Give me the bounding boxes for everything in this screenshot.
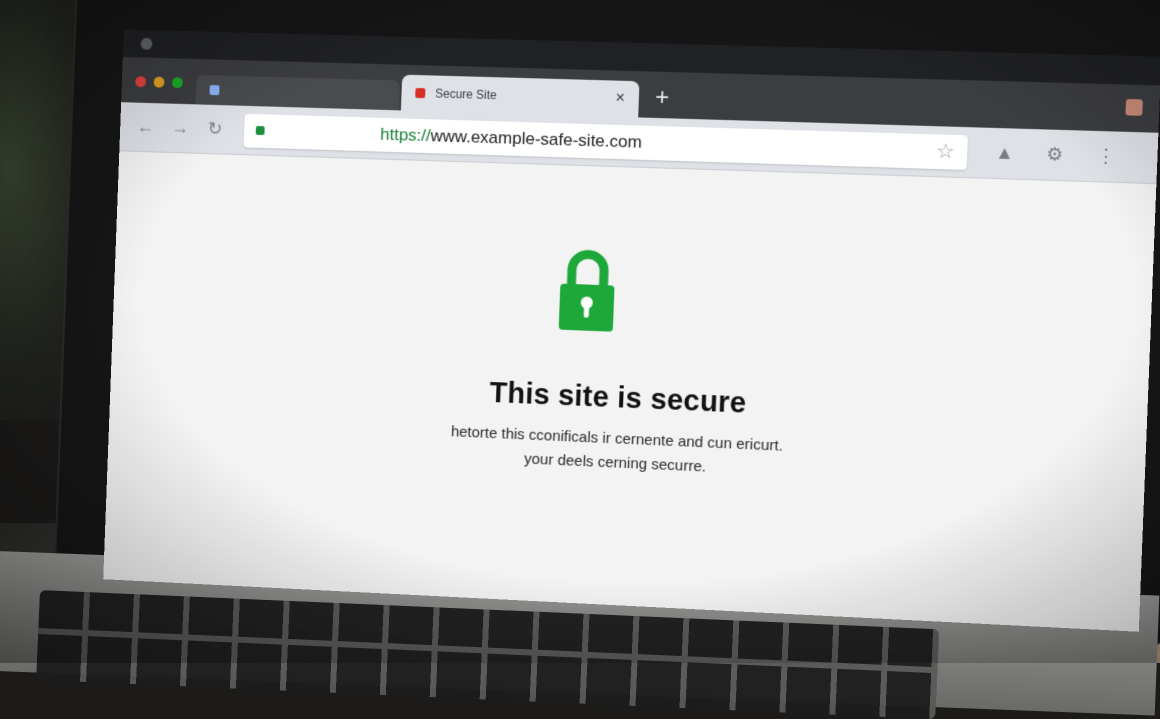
reload-icon[interactable]: ↻ [201, 115, 229, 143]
tab-title: Secure Site [434, 86, 498, 103]
window-maximize-button[interactable] [171, 77, 183, 89]
kebab-menu-icon[interactable]: ⋮ [1092, 144, 1118, 169]
window-controls [121, 76, 196, 105]
url-scheme: https:// [379, 124, 431, 145]
url-host: www.example-safe-site.com [430, 125, 643, 152]
tab-favicon-icon [209, 85, 220, 96]
forward-arrow-icon[interactable]: → [166, 114, 194, 142]
back-arrow-icon[interactable]: ← [131, 113, 159, 141]
new-tab-button[interactable]: + [640, 84, 684, 118]
tab-title [229, 91, 386, 96]
window-close-button[interactable] [135, 76, 147, 88]
extension-icon[interactable]: ▲ [992, 141, 1018, 166]
page-content: This site is secure hetorte this cconifi… [103, 151, 1157, 632]
secure-lock-icon[interactable] [255, 125, 265, 136]
tab-close-icon[interactable]: × [615, 90, 625, 108]
tab-favicon-icon [415, 87, 426, 99]
laptop-screen: Secure Site × + ← → ↻ https:// www.examp… [103, 29, 1160, 632]
window-minimize-button[interactable] [153, 76, 165, 88]
padlock-closed-icon [557, 245, 618, 332]
profile-icon[interactable] [1125, 98, 1143, 116]
gear-icon[interactable]: ⚙ [1042, 142, 1068, 167]
star-icon[interactable]: ☆ [936, 138, 956, 164]
os-app-icon [140, 37, 153, 50]
